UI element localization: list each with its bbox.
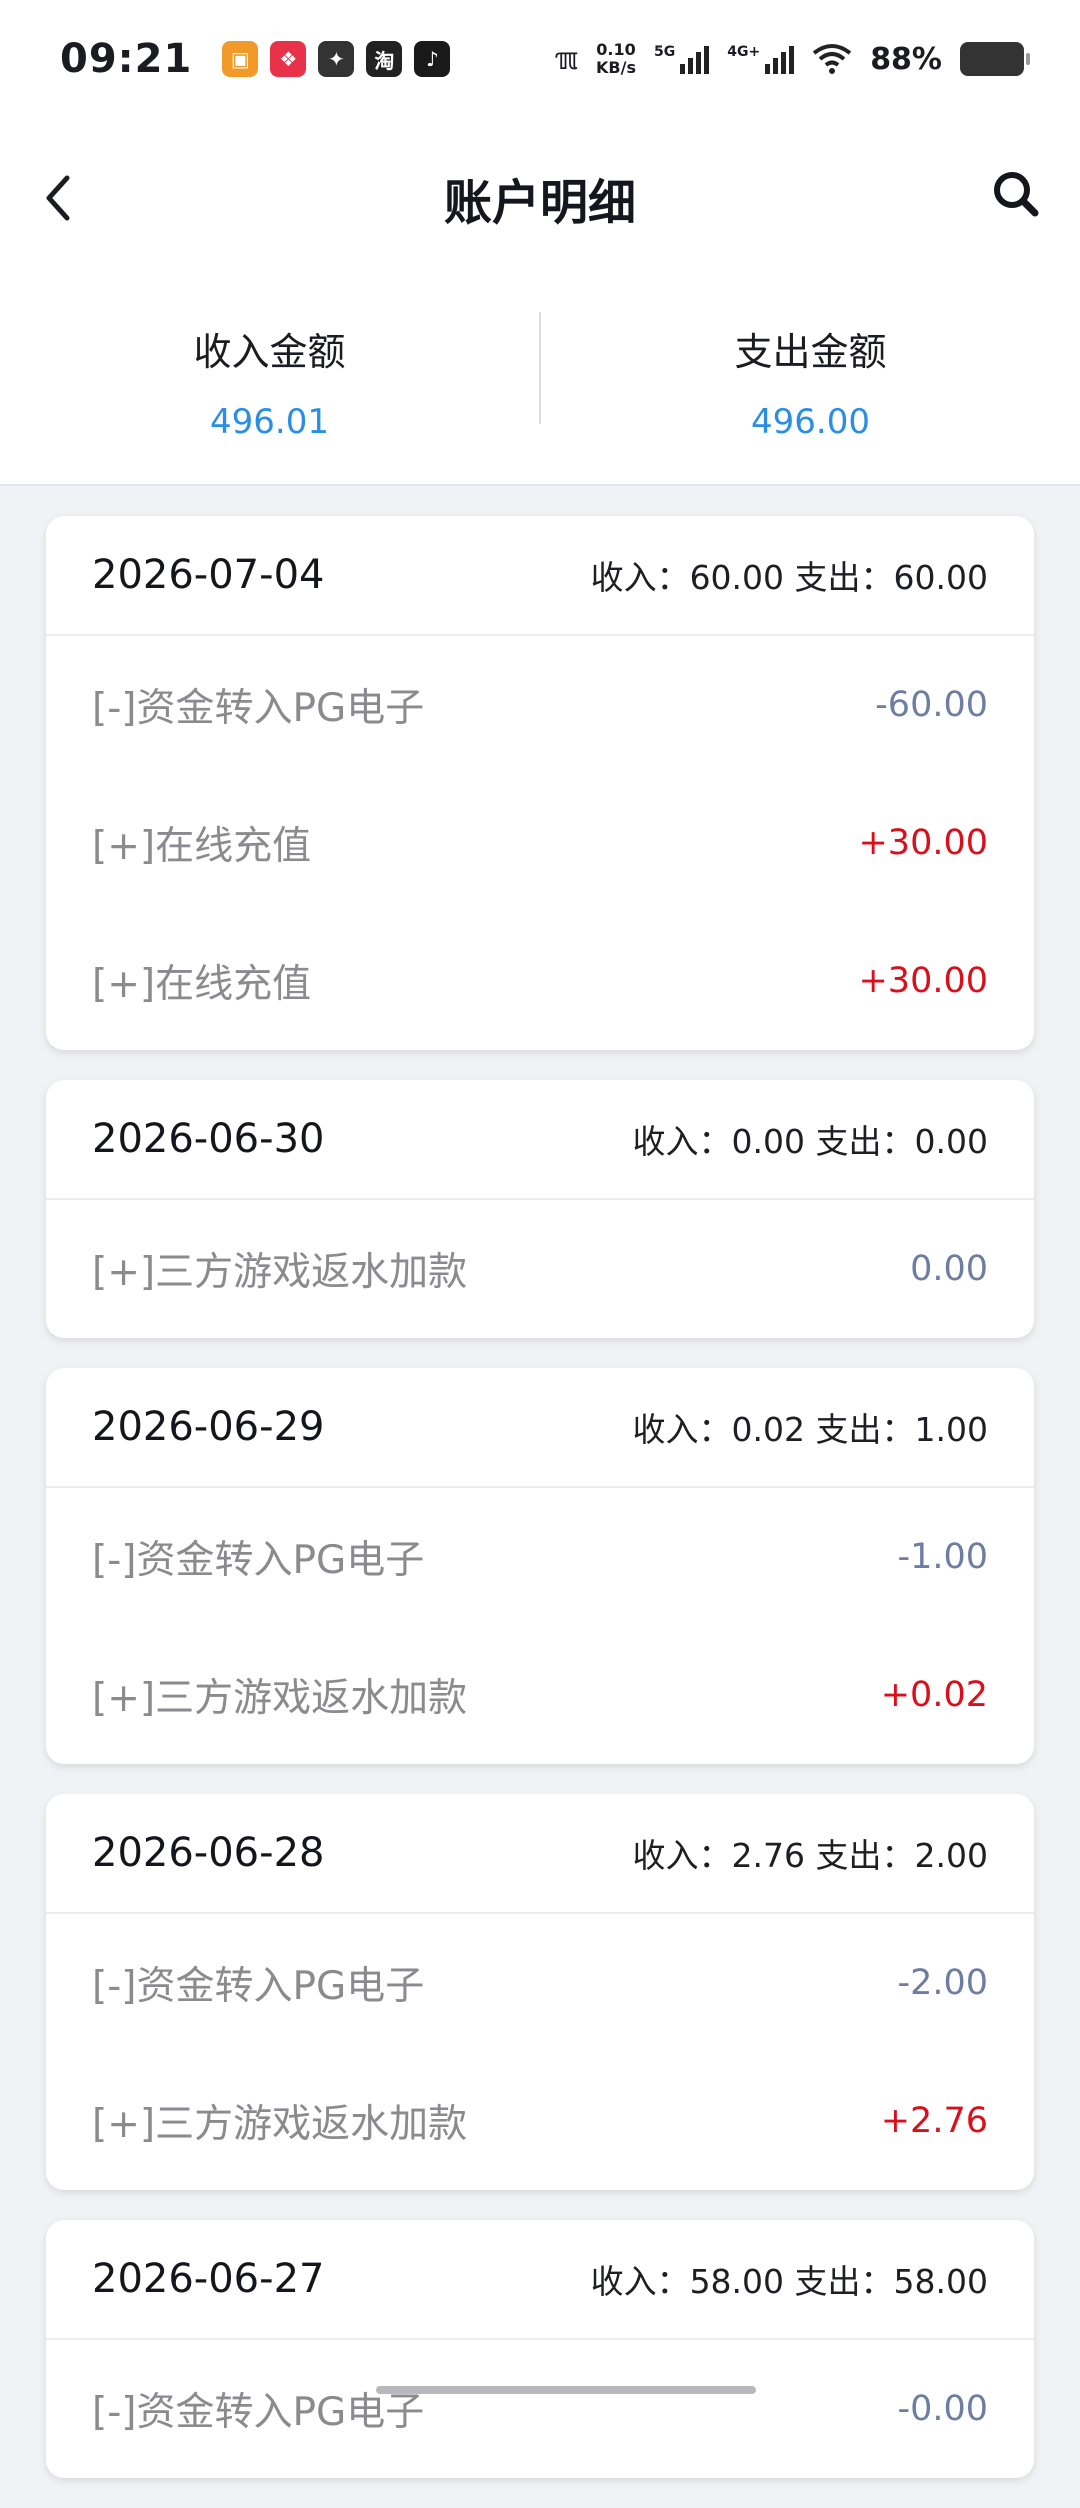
transaction-row[interactable]: [+]三方游戏返水加款 +2.76	[46, 2052, 1034, 2190]
home-indicator[interactable]	[376, 2386, 756, 2394]
day-card: 2026-06-27 收入：58.00 支出：58.00 [-]资金转入PG电子 -0…	[46, 2220, 1034, 2478]
wechat-app-icon: ✦	[318, 41, 355, 77]
transaction-name: [-]资金转入PG电子	[92, 1538, 425, 1583]
day-card-header: 2026-07-04 收入：60.00 支出：60.00	[46, 516, 1034, 636]
signal-5g-label: 5G	[653, 44, 676, 60]
day-date: 2026-06-28	[92, 1830, 325, 1876]
signal-4g-icon: 4G+	[727, 44, 795, 74]
chevron-left-icon	[46, 175, 70, 221]
day-card-header: 2026-06-27 收入：58.00 支出：58.00	[46, 2220, 1034, 2340]
top-nav-bar: 账户明细	[0, 118, 1080, 278]
transaction-row[interactable]: [+]在线充值 +30.00	[46, 912, 1034, 1050]
transaction-row[interactable]: [-]资金转入PG电子 -0.00	[46, 2340, 1034, 2478]
transaction-amount: +30.00	[858, 823, 988, 863]
network-speed: 0.10 KB/s	[596, 41, 636, 77]
transaction-amount: -2.00	[897, 1963, 988, 2003]
day-summary: 收入：60.00 支出：60.00	[590, 558, 988, 597]
transaction-amount: 0.00	[910, 1249, 988, 1289]
income-value: 496.01	[210, 401, 329, 442]
signal-4g-label: 4G+	[727, 44, 761, 60]
day-summary: 收入：58.00 支出：58.00	[590, 2262, 988, 2301]
transaction-row[interactable]: [-]资金转入PG电子 -60.00	[46, 636, 1034, 774]
transaction-amount: +30.00	[858, 961, 988, 1001]
wifi-icon	[812, 44, 852, 74]
shop-app-icon: ▣	[222, 41, 259, 77]
transaction-name: [+]三方游戏返水加款	[92, 2102, 468, 2147]
day-date: 2026-06-27	[92, 2256, 325, 2302]
day-summary: 收入：0.00 支出：0.00	[632, 1122, 988, 1161]
back-button[interactable]	[28, 168, 88, 228]
transaction-name: [+]在线充值	[92, 962, 312, 1007]
day-card: 2026-06-30 收入：0.00 支出：0.00 [+]三方游戏返水加款 0.00	[46, 1080, 1034, 1338]
day-card-header: 2026-06-30 收入：0.00 支出：0.00	[46, 1080, 1034, 1200]
transaction-name: [+]三方游戏返水加款	[92, 1676, 468, 1721]
day-card-header: 2026-06-28 收入：2.76 支出：2.00	[46, 1794, 1034, 1914]
transaction-name: [-]资金转入PG电子	[92, 2390, 425, 2435]
day-card: 2026-06-29 收入：0.02 支出：1.00 [-]资金转入PG电子 -1.0…	[46, 1368, 1034, 1764]
transaction-amount: +0.02	[880, 1675, 988, 1715]
signal-5g-icon: 5G	[653, 44, 710, 74]
network-speed-unit: KB/s	[596, 58, 636, 77]
battery-icon	[960, 42, 1030, 76]
summary-panel: 收入金额 496.01 支出金额 496.00	[0, 278, 1080, 486]
pdd-app-icon: ❖	[270, 41, 307, 77]
transaction-row[interactable]: [-]资金转入PG电子 -1.00	[46, 1488, 1034, 1626]
transaction-amount: -1.00	[897, 1537, 988, 1577]
day-summary: 收入：0.02 支出：1.00	[632, 1410, 988, 1449]
transaction-amount: +2.76	[880, 2101, 988, 2141]
day-date: 2026-06-30	[92, 1116, 325, 1162]
day-card-header: 2026-06-29 收入：0.02 支出：1.00	[46, 1368, 1034, 1488]
search-icon	[994, 172, 1039, 217]
transaction-amount: -60.00	[875, 685, 988, 725]
search-button[interactable]	[986, 164, 1046, 224]
status-bar: 09:21 ▣ ❖ ✦ 淘 ♪ ℼ 0.10 KB/s 5G 4G+ 88%	[0, 0, 1080, 118]
expense-value: 496.00	[751, 401, 870, 442]
battery-percent: 88%	[870, 41, 942, 77]
transaction-list[interactable]: 2026-07-04 收入：60.00 支出：60.00 [-]资金转入PG电子 -6…	[46, 516, 1034, 2508]
day-summary: 收入：2.76 支出：2.00	[632, 1836, 988, 1875]
transaction-row[interactable]: [+]三方游戏返水加款 +0.02	[46, 1626, 1034, 1764]
income-label: 收入金额	[193, 329, 346, 374]
transaction-name: [-]资金转入PG电子	[92, 1964, 425, 2009]
transaction-name: [+]三方游戏返水加款	[92, 1250, 468, 1295]
transaction-amount: -0.00	[897, 2389, 988, 2429]
transaction-row[interactable]: [-]资金转入PG电子 -2.00	[46, 1914, 1034, 2052]
status-right: ℼ 0.10 KB/s 5G 4G+ 88%	[554, 41, 1030, 77]
tiktok-app-icon: ♪	[414, 41, 451, 77]
transaction-row[interactable]: [+]在线充值 +30.00	[46, 774, 1034, 912]
transaction-name: [-]资金转入PG电子	[92, 686, 425, 731]
day-date: 2026-07-04	[92, 552, 325, 598]
day-card: 2026-06-28 收入：2.76 支出：2.00 [-]资金转入PG电子 -2.0…	[46, 1794, 1034, 2190]
expense-label: 支出金额	[734, 329, 887, 374]
page-title: 账户明细	[443, 175, 636, 231]
expense-summary: 支出金额 496.00	[541, 278, 1080, 484]
income-summary: 收入金额 496.01	[0, 278, 539, 484]
day-card: 2026-07-04 收入：60.00 支出：60.00 [-]资金转入PG电子 -6…	[46, 516, 1034, 1050]
day-date: 2026-06-29	[92, 1404, 325, 1450]
transaction-row[interactable]: [+]三方游戏返水加款 0.00	[46, 1200, 1034, 1338]
network-speed-value: 0.10	[596, 40, 636, 59]
taobao-app-icon: 淘	[366, 41, 403, 77]
status-left: 09:21 ▣ ❖ ✦ 淘 ♪	[60, 36, 451, 82]
transaction-name: [+]在线充值	[92, 824, 312, 869]
status-time: 09:21	[60, 36, 193, 82]
nfc-icon: ℼ	[554, 41, 579, 77]
notification-icons: ▣ ❖ ✦ 淘 ♪	[222, 41, 451, 77]
